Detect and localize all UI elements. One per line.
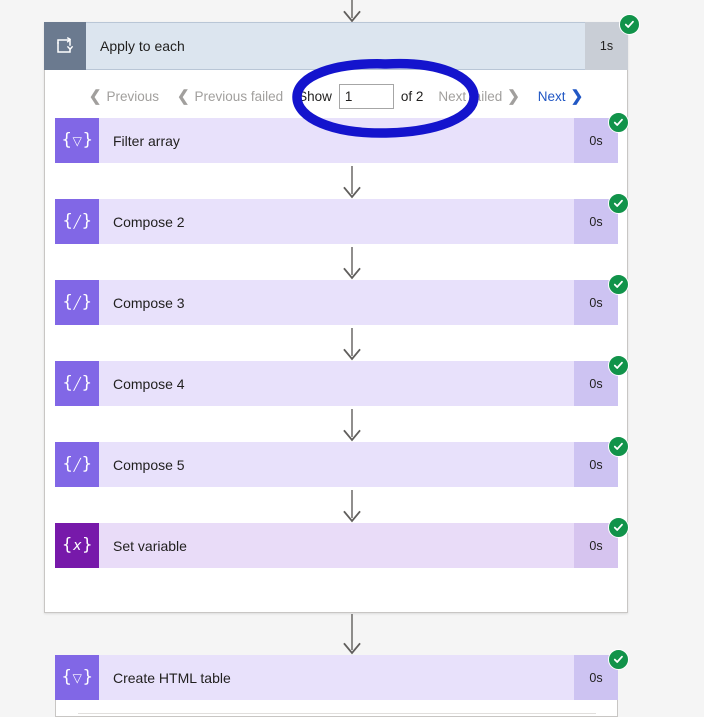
compose-pencil-icon: {╱} bbox=[55, 361, 99, 406]
action-title: Compose 2 bbox=[113, 213, 185, 230]
chevron-right-icon: ❯ bbox=[570, 87, 584, 105]
action-title: Create HTML table bbox=[113, 669, 231, 686]
previous-failed-button[interactable]: ❮ Previous failed bbox=[168, 89, 292, 104]
status-badge-apply-to-each bbox=[619, 14, 640, 35]
next-label: Next bbox=[537, 88, 566, 104]
action-title: Compose 3 bbox=[113, 294, 185, 311]
status-badge-compose-2 bbox=[608, 193, 629, 214]
compose-pencil-icon: {╱} bbox=[55, 280, 99, 325]
filter-funnel-icon: {▽} bbox=[55, 118, 99, 163]
action-card-filter-array[interactable]: {▽} Filter array 0s bbox=[55, 118, 618, 163]
action-title: Compose 4 bbox=[113, 375, 185, 392]
page-selector: Show of 2 bbox=[292, 83, 429, 109]
page-total-label: of 2 bbox=[400, 88, 424, 104]
filter-funnel-icon: {▽} bbox=[55, 655, 99, 700]
action-title: Filter array bbox=[113, 132, 180, 149]
action-card-compose-3[interactable]: {╱} Compose 3 0s bbox=[55, 280, 618, 325]
chevron-left-icon: ❮ bbox=[88, 87, 102, 105]
previous-button[interactable]: ❮ Previous bbox=[80, 89, 168, 104]
connector-arrow-to-create-html-table bbox=[0, 614, 704, 656]
variable-x-icon: {x} bbox=[55, 523, 99, 568]
apply-to-each-title: Apply to each bbox=[86, 22, 585, 70]
action-card-set-variable[interactable]: {x} Set variable 0s bbox=[55, 523, 618, 568]
chevron-right-icon: ❯ bbox=[507, 87, 520, 105]
show-label: Show bbox=[298, 88, 332, 104]
create-html-table-body-panel bbox=[55, 700, 618, 717]
previous-label: Previous bbox=[106, 88, 159, 104]
action-title: Set variable bbox=[113, 537, 187, 554]
compose-pencil-icon: {╱} bbox=[55, 199, 99, 244]
next-failed-label: Next failed bbox=[438, 88, 503, 104]
status-badge-compose-4 bbox=[608, 355, 629, 376]
status-badge-filter-array bbox=[608, 112, 629, 133]
page-number-input[interactable] bbox=[338, 83, 394, 109]
next-failed-button[interactable]: Next failed ❯ bbox=[429, 89, 528, 104]
previous-failed-label: Previous failed bbox=[194, 88, 284, 104]
action-card-compose-4[interactable]: {╱} Compose 4 0s bbox=[55, 361, 618, 406]
status-badge-set-variable bbox=[608, 517, 629, 538]
loop-repeat-icon bbox=[44, 22, 86, 70]
status-badge-compose-3 bbox=[608, 274, 629, 295]
status-badge-create-html-table bbox=[608, 649, 629, 670]
connector-arrow-into-scope bbox=[0, 0, 704, 24]
chevron-left-icon: ❮ bbox=[176, 87, 190, 105]
iteration-pager: ❮ Previous ❮ Previous failed Show of 2 N… bbox=[44, 80, 628, 112]
next-button[interactable]: Next ❯ bbox=[529, 89, 592, 104]
compose-pencil-icon: {╱} bbox=[55, 442, 99, 487]
panel-divider bbox=[78, 713, 596, 714]
action-card-create-html-table[interactable]: {▽} Create HTML table 0s bbox=[55, 655, 618, 700]
action-title: Compose 5 bbox=[113, 456, 185, 473]
status-badge-compose-5 bbox=[608, 436, 629, 457]
apply-to-each-header-card[interactable]: Apply to each 1s bbox=[44, 22, 628, 70]
action-card-compose-2[interactable]: {╱} Compose 2 0s bbox=[55, 199, 618, 244]
action-card-compose-5[interactable]: {╱} Compose 5 0s bbox=[55, 442, 618, 487]
